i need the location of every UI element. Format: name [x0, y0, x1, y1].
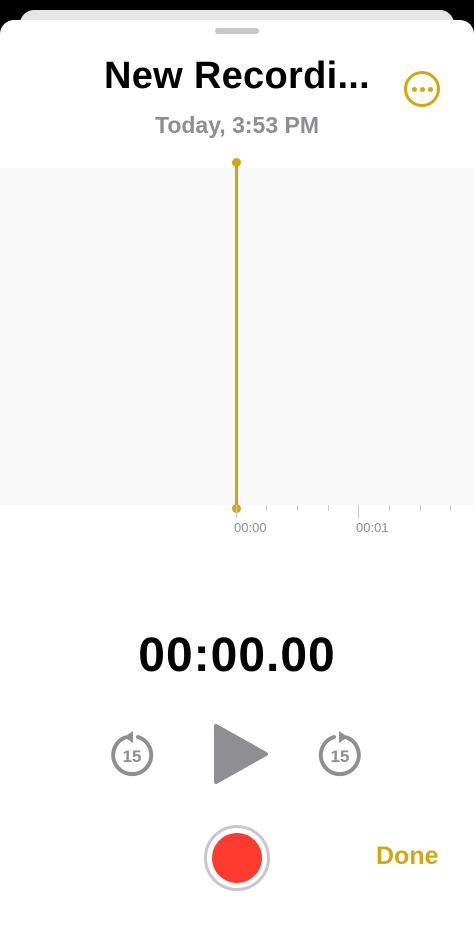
gobackward-15-icon: 15 [111, 731, 154, 777]
skip-back-15-button[interactable]: 15 [108, 730, 156, 778]
voice-memos-screen: New Recordi... Today, 3:53 PM 00:00 00:0… [0, 0, 474, 940]
timeline-ruler [0, 505, 474, 519]
ellipsis-dot [427, 86, 433, 92]
more-options-button[interactable] [404, 71, 440, 107]
timeline-tick [420, 505, 421, 511]
timeline-tick [297, 505, 298, 511]
timeline-tick [450, 505, 451, 511]
sheet-grabber-handle[interactable] [215, 28, 259, 34]
recording-title[interactable]: New Recordi... [80, 55, 394, 98]
elapsed-time: 00:00.00 [138, 629, 336, 682]
timeline-tick [358, 505, 359, 518]
recording-date: Today, 3:53 PM [154, 112, 320, 138]
record-button[interactable] [204, 825, 270, 891]
timeline-label-next: 00:01 [356, 520, 389, 535]
skip-forward-15-button[interactable]: 15 [316, 730, 364, 778]
done-button[interactable]: Done [376, 842, 439, 871]
timeline-tick [236, 505, 237, 518]
timeline-tick [328, 505, 329, 511]
playhead-line[interactable] [235, 163, 238, 509]
skip-forward-seconds: 15 [331, 747, 350, 766]
play-button[interactable] [210, 722, 270, 786]
playhead-top-knob[interactable] [232, 158, 241, 167]
play-icon [214, 724, 268, 784]
record-icon [212, 833, 262, 883]
skip-back-seconds: 15 [123, 747, 142, 766]
ellipsis-dot [411, 86, 417, 92]
timeline-tick [266, 505, 267, 511]
goforward-15-icon: 15 [318, 731, 361, 777]
timeline-label-start: 00:00 [234, 520, 267, 535]
ellipsis-dot [419, 86, 425, 92]
timeline-tick [389, 505, 390, 511]
